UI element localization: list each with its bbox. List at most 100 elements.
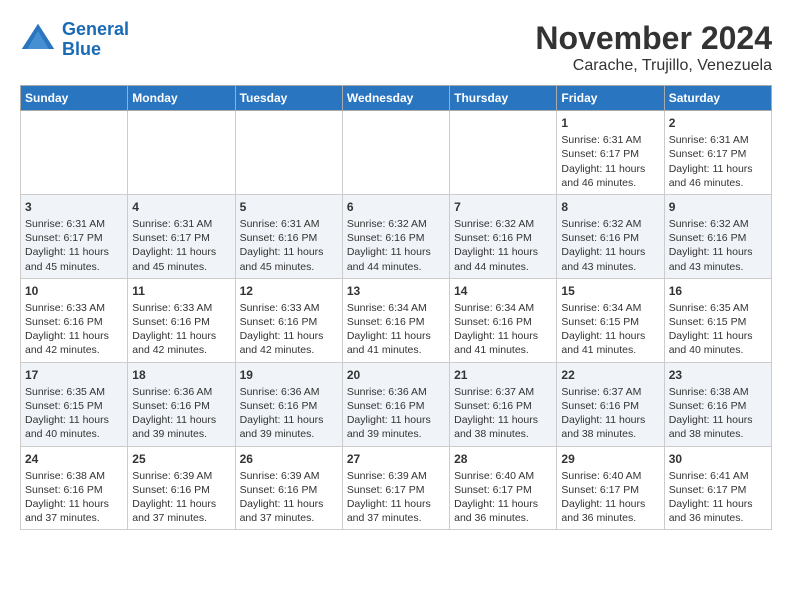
day-info: Sunrise: 6:35 AM Sunset: 6:15 PM Dayligh… [669, 301, 767, 358]
day-info: Sunrise: 6:39 AM Sunset: 6:16 PM Dayligh… [132, 469, 230, 526]
calendar-cell: 19 Sunrise: 6:36 AM Sunset: 6:16 PM Dayli… [235, 362, 342, 446]
calendar-cell: 12 Sunrise: 6:33 AM Sunset: 6:16 PM Dayli… [235, 278, 342, 362]
main-title: November 2024 [535, 20, 772, 57]
day-number: 9 [669, 199, 767, 215]
day-number: 4 [132, 199, 230, 215]
calendar-cell: 24 Sunrise: 6:38 AM Sunset: 6:16 PM Dayli… [21, 446, 128, 530]
day-number: 2 [669, 115, 767, 131]
subtitle: Carache, Trujillo, Venezuela [535, 57, 772, 75]
title-area: November 2024 Carache, Trujillo, Venezue… [535, 20, 772, 75]
calendar-cell: 18 Sunrise: 6:36 AM Sunset: 6:16 PM Dayli… [128, 362, 235, 446]
calendar-cell: 13 Sunrise: 6:34 AM Sunset: 6:16 PM Dayli… [342, 278, 449, 362]
weekday-header-cell: Wednesday [342, 86, 449, 111]
day-info: Sunrise: 6:32 AM Sunset: 6:16 PM Dayligh… [347, 217, 445, 274]
calendar-body: 1Sunrise: 6:31 AM Sunset: 6:17 PM Daylig… [21, 111, 772, 530]
day-number: 17 [25, 367, 123, 383]
calendar-week-row: 17Sunrise: 6:35 AM Sunset: 6:15 PM Dayli… [21, 362, 772, 446]
calendar-cell: 1Sunrise: 6:31 AM Sunset: 6:17 PM Daylig… [557, 111, 664, 195]
day-number: 12 [240, 283, 338, 299]
day-number: 16 [669, 283, 767, 299]
day-info: Sunrise: 6:40 AM Sunset: 6:17 PM Dayligh… [561, 469, 659, 526]
day-number: 18 [132, 367, 230, 383]
day-info: Sunrise: 6:34 AM Sunset: 6:15 PM Dayligh… [561, 301, 659, 358]
calendar-cell: 22 Sunrise: 6:37 AM Sunset: 6:16 PM Dayli… [557, 362, 664, 446]
calendar-cell: 26 Sunrise: 6:39 AM Sunset: 6:16 PM Dayli… [235, 446, 342, 530]
day-number: 29 [561, 451, 659, 467]
calendar-week-row: 3 Sunrise: 6:31 AM Sunset: 6:17 PM Daylig… [21, 194, 772, 278]
calendar-cell: 8Sunrise: 6:32 AM Sunset: 6:16 PM Daylig… [557, 194, 664, 278]
day-info: Sunrise: 6:32 AM Sunset: 6:16 PM Dayligh… [561, 217, 659, 274]
calendar-cell: 25Sunrise: 6:39 AM Sunset: 6:16 PM Dayli… [128, 446, 235, 530]
weekday-header-cell: Monday [128, 86, 235, 111]
calendar-cell [450, 111, 557, 195]
day-number: 22 [561, 367, 659, 383]
day-info: Sunrise: 6:31 AM Sunset: 6:16 PM Dayligh… [240, 217, 338, 274]
calendar-cell: 10 Sunrise: 6:33 AM Sunset: 6:16 PM Dayli… [21, 278, 128, 362]
day-number: 23 [669, 367, 767, 383]
calendar-cell: 30Sunrise: 6:41 AM Sunset: 6:17 PM Dayli… [664, 446, 771, 530]
day-info: Sunrise: 6:31 AM Sunset: 6:17 PM Dayligh… [561, 133, 659, 190]
day-number: 19 [240, 367, 338, 383]
day-number: 26 [240, 451, 338, 467]
day-info: Sunrise: 6:37 AM Sunset: 6:16 PM Dayligh… [454, 385, 552, 442]
day-info: Sunrise: 6:38 AM Sunset: 6:16 PM Dayligh… [25, 469, 123, 526]
logo-line2: Blue [62, 39, 101, 59]
day-info: Sunrise: 6:36 AM Sunset: 6:16 PM Dayligh… [132, 385, 230, 442]
day-info: Sunrise: 6:33 AM Sunset: 6:16 PM Dayligh… [240, 301, 338, 358]
logo-icon [20, 22, 56, 58]
calendar-cell [128, 111, 235, 195]
day-info: Sunrise: 6:34 AM Sunset: 6:16 PM Dayligh… [347, 301, 445, 358]
day-number: 27 [347, 451, 445, 467]
calendar-cell: 7 Sunrise: 6:32 AM Sunset: 6:16 PM Daylig… [450, 194, 557, 278]
weekday-header-cell: Thursday [450, 86, 557, 111]
day-info: Sunrise: 6:39 AM Sunset: 6:16 PM Dayligh… [240, 469, 338, 526]
weekday-header-cell: Friday [557, 86, 664, 111]
logo-text: General Blue [62, 20, 129, 60]
calendar-cell: 28 Sunrise: 6:40 AM Sunset: 6:17 PM Dayli… [450, 446, 557, 530]
day-info: Sunrise: 6:33 AM Sunset: 6:16 PM Dayligh… [132, 301, 230, 358]
day-number: 6 [347, 199, 445, 215]
calendar-cell: 21 Sunrise: 6:37 AM Sunset: 6:16 PM Dayli… [450, 362, 557, 446]
day-number: 5 [240, 199, 338, 215]
calendar-cell: 2Sunrise: 6:31 AM Sunset: 6:17 PM Daylig… [664, 111, 771, 195]
day-number: 11 [132, 283, 230, 299]
calendar: SundayMondayTuesdayWednesdayThursdayFrid… [20, 85, 772, 530]
day-number: 7 [454, 199, 552, 215]
day-info: Sunrise: 6:32 AM Sunset: 6:16 PM Dayligh… [454, 217, 552, 274]
day-info: Sunrise: 6:36 AM Sunset: 6:16 PM Dayligh… [347, 385, 445, 442]
calendar-cell: 3 Sunrise: 6:31 AM Sunset: 6:17 PM Daylig… [21, 194, 128, 278]
day-number: 10 [25, 283, 123, 299]
day-number: 13 [347, 283, 445, 299]
weekday-header-cell: Sunday [21, 86, 128, 111]
calendar-cell: 9 Sunrise: 6:32 AM Sunset: 6:16 PM Daylig… [664, 194, 771, 278]
calendar-cell: 29 Sunrise: 6:40 AM Sunset: 6:17 PM Dayli… [557, 446, 664, 530]
calendar-cell: 4Sunrise: 6:31 AM Sunset: 6:17 PM Daylig… [128, 194, 235, 278]
calendar-week-row: 10 Sunrise: 6:33 AM Sunset: 6:16 PM Dayli… [21, 278, 772, 362]
calendar-cell: 16 Sunrise: 6:35 AM Sunset: 6:15 PM Dayli… [664, 278, 771, 362]
calendar-cell: 15Sunrise: 6:34 AM Sunset: 6:15 PM Dayli… [557, 278, 664, 362]
header: General Blue November 2024 Carache, Truj… [20, 20, 772, 75]
day-info: Sunrise: 6:39 AM Sunset: 6:17 PM Dayligh… [347, 469, 445, 526]
day-info: Sunrise: 6:31 AM Sunset: 6:17 PM Dayligh… [25, 217, 123, 274]
day-number: 14 [454, 283, 552, 299]
day-info: Sunrise: 6:37 AM Sunset: 6:16 PM Dayligh… [561, 385, 659, 442]
day-info: Sunrise: 6:33 AM Sunset: 6:16 PM Dayligh… [25, 301, 123, 358]
calendar-cell: 23Sunrise: 6:38 AM Sunset: 6:16 PM Dayli… [664, 362, 771, 446]
day-info: Sunrise: 6:32 AM Sunset: 6:16 PM Dayligh… [669, 217, 767, 274]
day-number: 3 [25, 199, 123, 215]
day-info: Sunrise: 6:41 AM Sunset: 6:17 PM Dayligh… [669, 469, 767, 526]
day-info: Sunrise: 6:34 AM Sunset: 6:16 PM Dayligh… [454, 301, 552, 358]
logo: General Blue [20, 20, 129, 60]
logo-line1: General [62, 19, 129, 39]
calendar-cell: 27 Sunrise: 6:39 AM Sunset: 6:17 PM Dayli… [342, 446, 449, 530]
calendar-week-row: 1Sunrise: 6:31 AM Sunset: 6:17 PM Daylig… [21, 111, 772, 195]
day-number: 21 [454, 367, 552, 383]
day-info: Sunrise: 6:36 AM Sunset: 6:16 PM Dayligh… [240, 385, 338, 442]
day-number: 24 [25, 451, 123, 467]
calendar-cell: 17Sunrise: 6:35 AM Sunset: 6:15 PM Dayli… [21, 362, 128, 446]
day-info: Sunrise: 6:40 AM Sunset: 6:17 PM Dayligh… [454, 469, 552, 526]
calendar-cell: 5 Sunrise: 6:31 AM Sunset: 6:16 PM Daylig… [235, 194, 342, 278]
calendar-cell [235, 111, 342, 195]
day-number: 28 [454, 451, 552, 467]
weekday-header-cell: Saturday [664, 86, 771, 111]
